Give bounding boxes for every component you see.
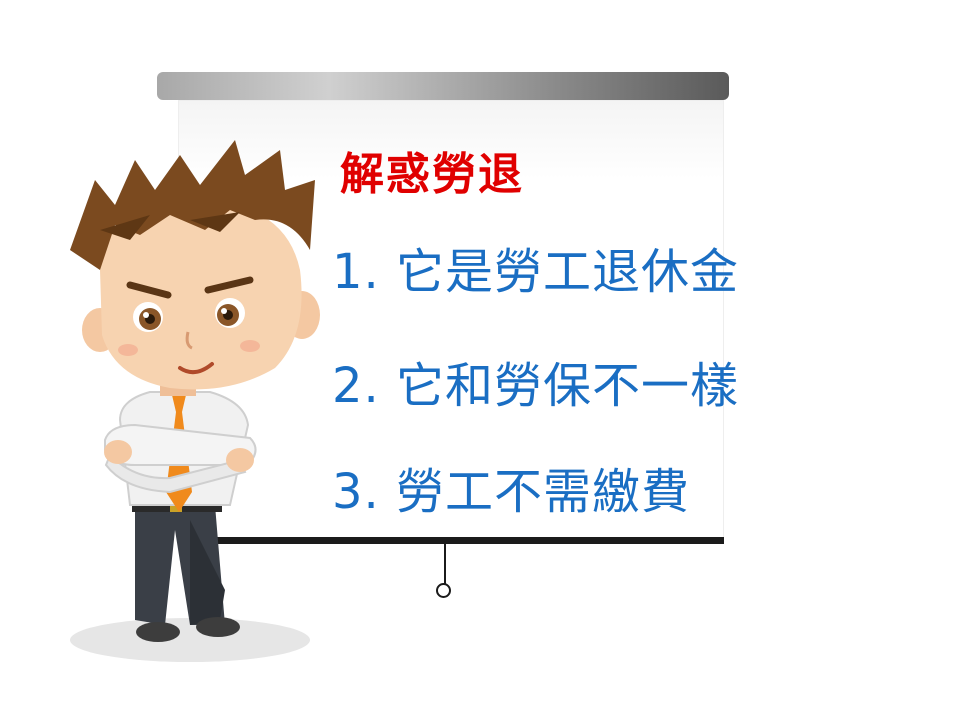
- list-item-3: 3. 勞工不需繳費: [332, 464, 691, 520]
- list-item-2: 2. 它和勞保不一樣: [332, 358, 740, 414]
- pull-cord: [444, 544, 446, 584]
- slide: 解惑勞退 1. 它是勞工退休金 2. 它和勞保不一樣 3. 勞工不需繳費: [0, 0, 960, 720]
- pull-ring-icon: [436, 583, 451, 598]
- slide-title: 解惑勞退: [340, 149, 524, 200]
- screen-roller: [157, 72, 729, 100]
- list-item-1: 1. 它是勞工退休金: [332, 244, 740, 300]
- businessman-illustration: [70, 140, 320, 662]
